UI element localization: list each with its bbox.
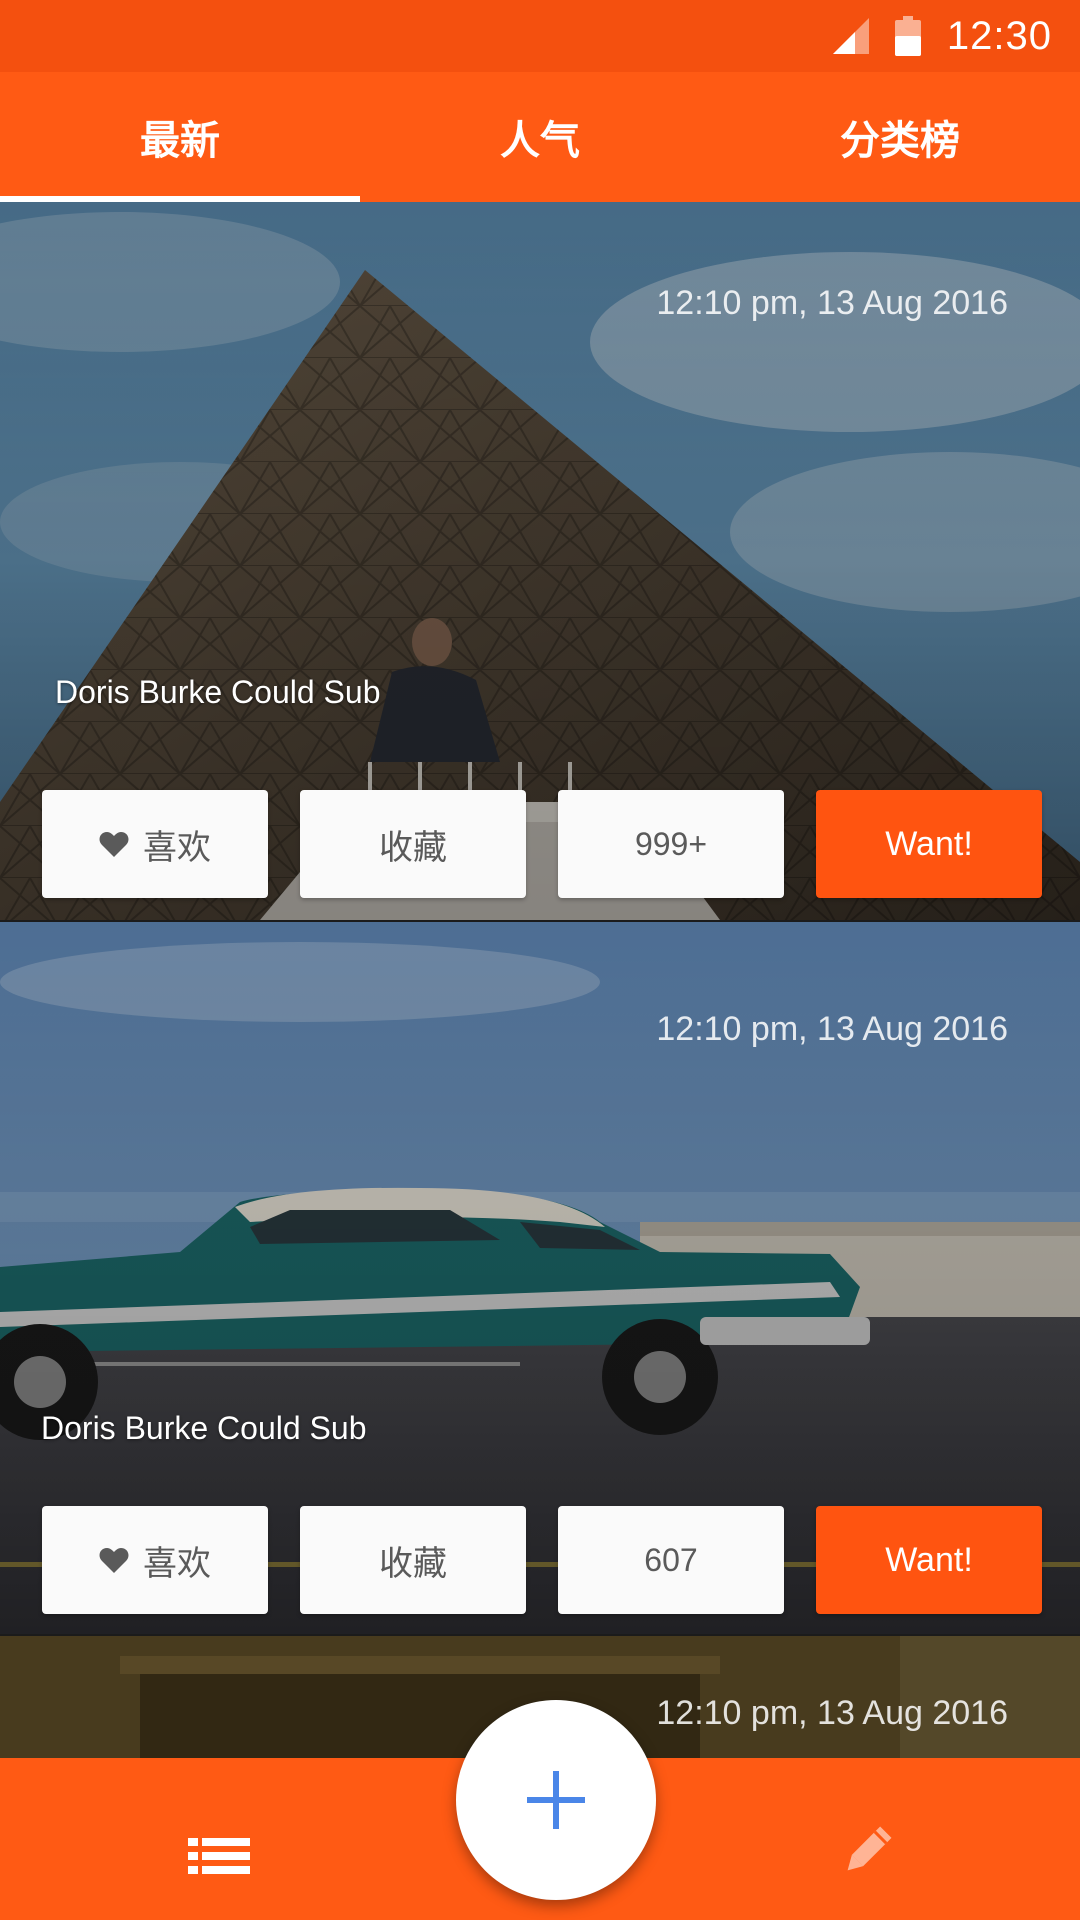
card-title: Doris Burke Could Sub [55, 674, 381, 710]
card-timestamp: 12:10 pm, 13 Aug 2016 [656, 284, 1008, 322]
collect-button[interactable]: 收藏 [300, 790, 526, 898]
status-time: 12:30 [946, 13, 1052, 58]
tab-rankings[interactable]: 分类榜 [720, 72, 1080, 202]
signal-icon [832, 18, 869, 54]
card-actions: 喜欢 收藏 607 Want! [42, 1506, 1042, 1614]
tab-popular[interactable]: 人气 [360, 72, 720, 202]
like-label: 喜欢 [143, 827, 211, 868]
heart-icon [99, 1548, 129, 1573]
want-button[interactable]: Want! [816, 790, 1042, 898]
count-badge: 607 [558, 1506, 784, 1614]
like-label: 喜欢 [143, 1543, 211, 1584]
want-button[interactable]: Want! [816, 1506, 1042, 1614]
heart-icon [99, 832, 129, 857]
status-bar: 12:30 [0, 0, 1080, 72]
card-timestamp: 12:10 pm, 13 Aug 2016 [656, 1694, 1008, 1732]
plus-icon [527, 1771, 585, 1829]
like-button[interactable]: 喜欢 [42, 1506, 268, 1614]
feed-card[interactable]: 12:10 pm, 13 Aug 2016 Doris Burke Could … [0, 202, 1080, 920]
battery-icon [894, 16, 921, 56]
card-actions: 喜欢 收藏 999+ Want! [42, 790, 1042, 898]
feed-card[interactable]: 12:10 pm, 13 Aug 2016 Doris Burke Could … [0, 922, 1080, 1634]
like-button[interactable]: 喜欢 [42, 790, 268, 898]
collect-button[interactable]: 收藏 [300, 1506, 526, 1614]
list-icon[interactable] [188, 1838, 250, 1874]
tab-bar: 最新 人气 分类榜 [0, 72, 1080, 202]
add-button[interactable] [456, 1700, 656, 1900]
card-title: Doris Burke Could Sub [41, 1410, 367, 1446]
card-timestamp: 12:10 pm, 13 Aug 2016 [656, 1010, 1008, 1048]
pencil-icon[interactable] [838, 1824, 894, 1880]
feed-list[interactable]: 12:10 pm, 13 Aug 2016 Doris Burke Could … [0, 202, 1080, 1758]
count-badge: 999+ [558, 790, 784, 898]
tab-latest[interactable]: 最新 [0, 72, 360, 202]
